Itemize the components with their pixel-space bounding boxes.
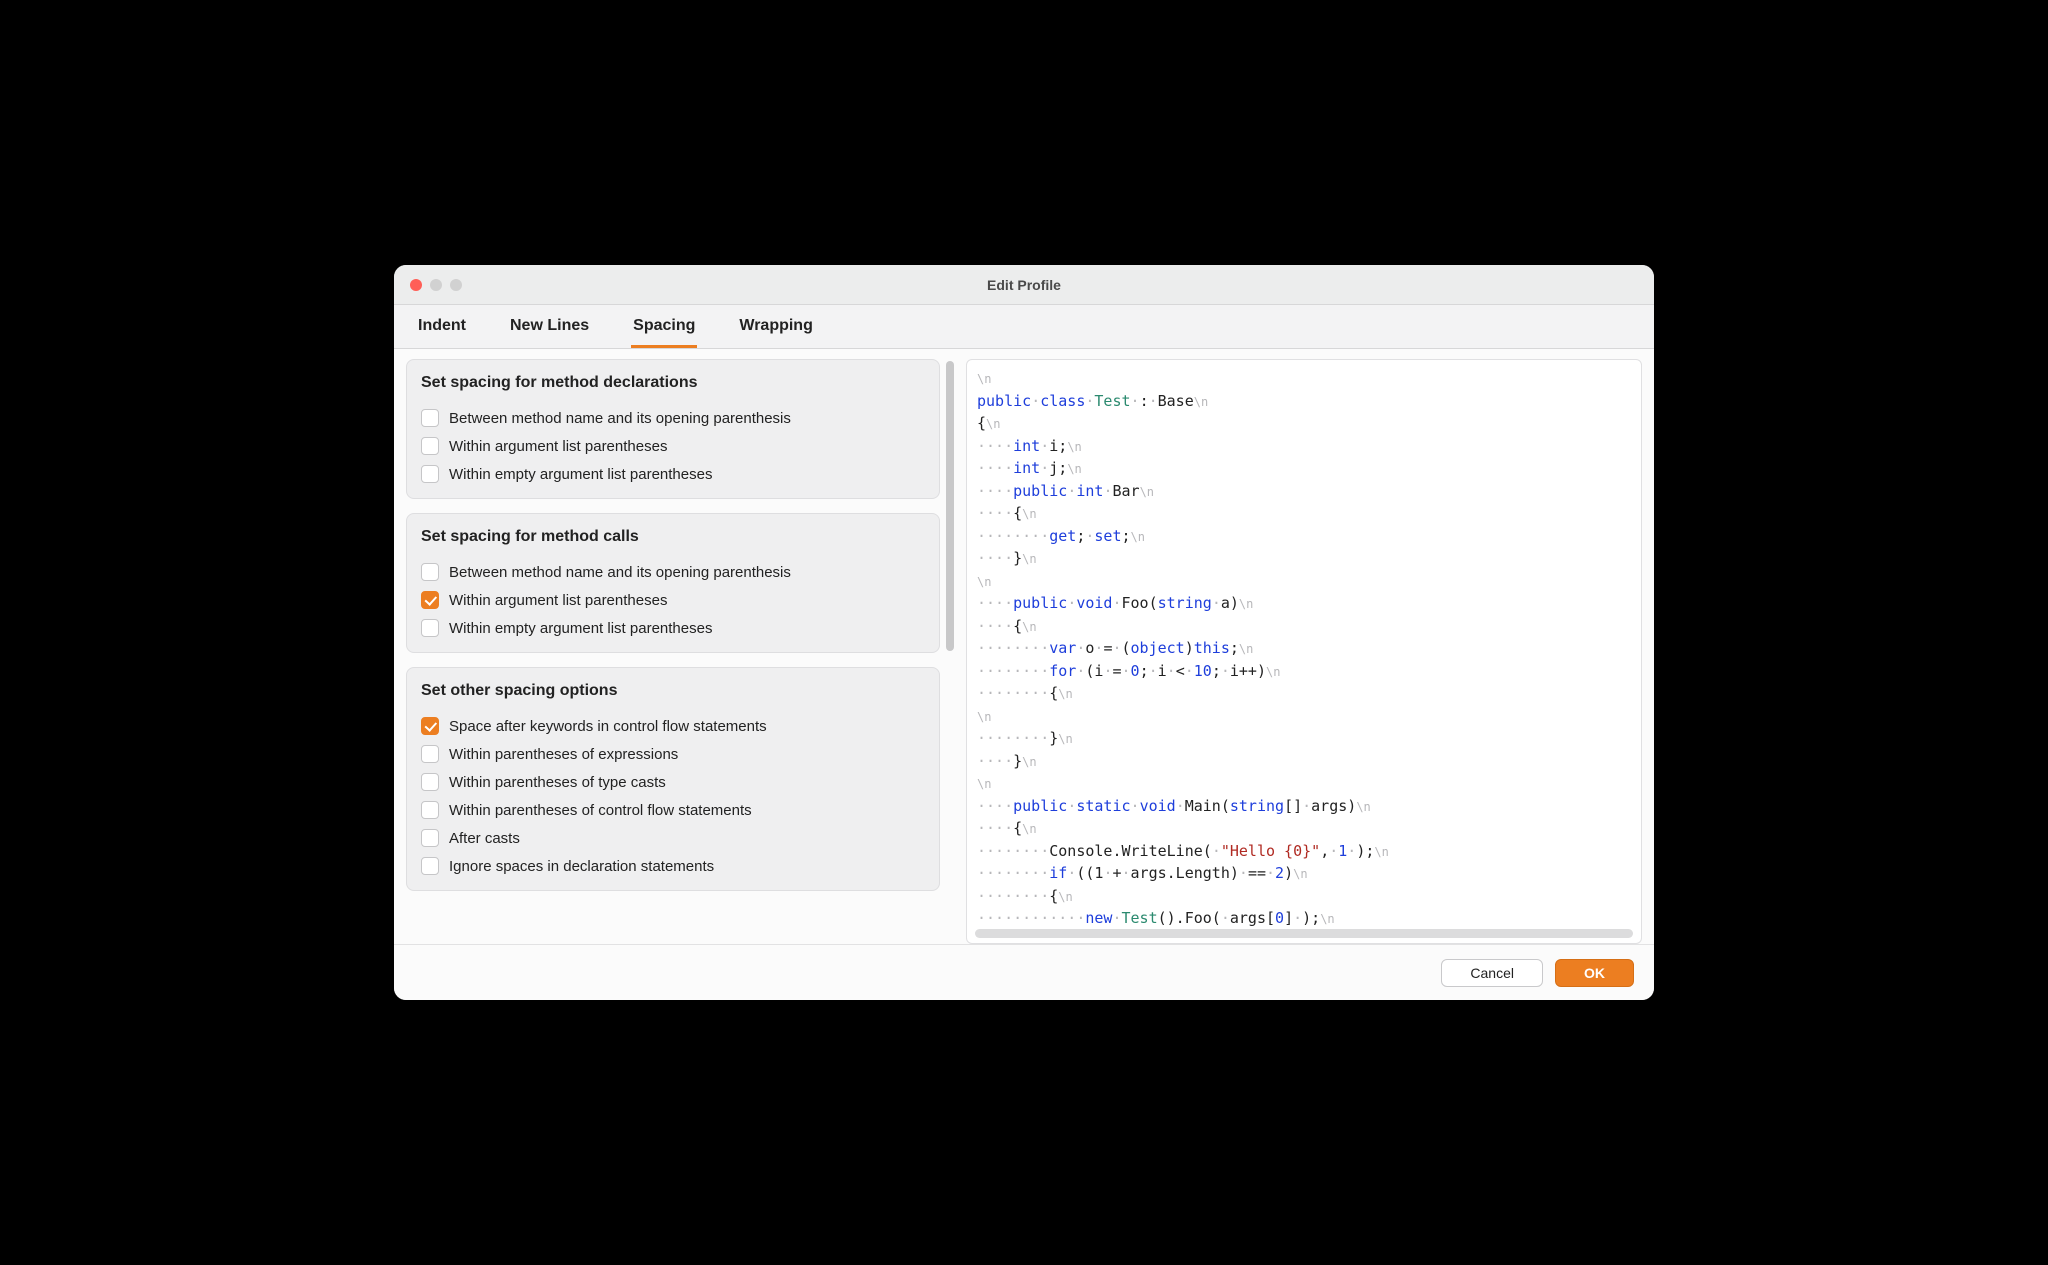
option-group: Set other spacing options Space after key… [406,667,940,891]
option-row[interactable]: Within parentheses of control flow state… [421,796,925,824]
option-row[interactable]: After casts [421,824,925,852]
close-window-icon[interactable] [410,279,422,291]
option-row[interactable]: Within parentheses of expressions [421,740,925,768]
option-group: Set spacing for method declarations Betwe… [406,359,940,499]
tab-spacing[interactable]: Spacing [631,305,697,348]
option-label: Within parentheses of control flow state… [449,802,752,819]
checkbox[interactable] [421,773,439,791]
option-group: Set spacing for method calls Between meth… [406,513,940,653]
preview-pane: \npublic·class·Test·:·Base\n{\n····int·i… [966,359,1642,944]
option-label: After casts [449,830,520,847]
option-label: Between method name and its opening pare… [449,410,791,427]
checkbox[interactable] [421,465,439,483]
option-label: Within argument list parentheses [449,438,667,455]
ok-button[interactable]: OK [1555,959,1634,987]
dialog-footer: Cancel OK [394,944,1654,1000]
option-row[interactable]: Within argument list parentheses [421,586,925,614]
checkbox[interactable] [421,409,439,427]
cancel-button[interactable]: Cancel [1441,959,1543,987]
tab-indent[interactable]: Indent [416,305,468,348]
group-title: Set spacing for method calls [421,528,925,546]
window-controls [410,279,462,291]
minimize-window-icon[interactable] [430,279,442,291]
option-row[interactable]: Ignore spaces in declaration statements [421,852,925,880]
option-row[interactable]: Between method name and its opening pare… [421,404,925,432]
option-label: Between method name and its opening pare… [449,564,791,581]
checkbox[interactable] [421,857,439,875]
options-pane: Set spacing for method declarations Betwe… [406,359,954,944]
option-row[interactable]: Between method name and its opening pare… [421,558,925,586]
options-scrollbar[interactable] [946,361,954,651]
code-preview: \npublic·class·Test·:·Base\n{\n····int·i… [966,359,1642,944]
option-label: Within argument list parentheses [449,592,667,609]
option-label: Ignore spaces in declaration statements [449,858,714,875]
checkbox[interactable] [421,745,439,763]
checkbox[interactable] [421,717,439,735]
option-row[interactable]: Within argument list parentheses [421,432,925,460]
option-label: Within parentheses of expressions [449,746,678,763]
checkbox[interactable] [421,619,439,637]
checkbox[interactable] [421,829,439,847]
group-title: Set other spacing options [421,682,925,700]
option-row[interactable]: Space after keywords in control flow sta… [421,712,925,740]
tab-wrapping[interactable]: Wrapping [737,305,814,348]
window-title: Edit Profile [394,277,1654,293]
checkbox[interactable] [421,801,439,819]
option-label: Within parentheses of type casts [449,774,666,791]
titlebar: Edit Profile [394,265,1654,305]
option-row[interactable]: Within empty argument list parentheses [421,460,925,488]
zoom-window-icon[interactable] [450,279,462,291]
tab-bar: Indent New Lines Spacing Wrapping [394,305,1654,349]
preview-horizontal-scrollbar[interactable] [975,929,1633,938]
checkbox[interactable] [421,563,439,581]
option-row[interactable]: Within parentheses of type casts [421,768,925,796]
group-title: Set spacing for method declarations [421,374,925,392]
tab-new-lines[interactable]: New Lines [508,305,591,348]
option-label: Within empty argument list parentheses [449,466,712,483]
option-label: Within empty argument list parentheses [449,620,712,637]
content-area: Set spacing for method declarations Betwe… [394,349,1654,944]
checkbox[interactable] [421,591,439,609]
edit-profile-window: Edit Profile Indent New Lines Spacing Wrapp… [394,265,1654,1000]
option-row[interactable]: Within empty argument list parentheses [421,614,925,642]
option-label: Space after keywords in control flow sta… [449,718,767,735]
checkbox[interactable] [421,437,439,455]
